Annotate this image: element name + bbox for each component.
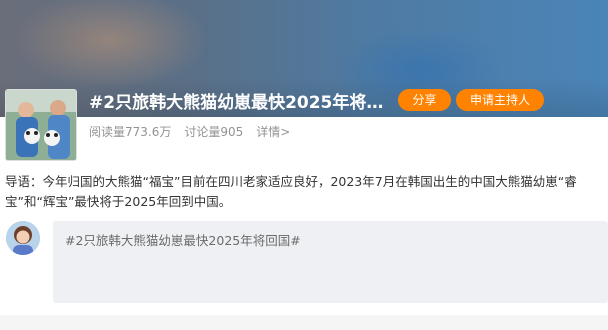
topic-stats: 阅读量773.6万 讨论量905 详情>	[89, 123, 290, 140]
topic-thumbnail[interactable]	[5, 89, 77, 161]
avatar[interactable]	[6, 221, 40, 255]
topic-title: #2只旅韩大熊猫幼崽最快2025年将…	[89, 93, 384, 113]
details-link[interactable]: 详情>	[256, 123, 290, 140]
comment-input[interactable]: #2只旅韩大熊猫幼崽最快2025年将回国#	[53, 221, 608, 303]
topic-lead: 导语：今年归国的大熊猫“福宝”目前在四川老家适应良好，2023年7月在韩国出生的…	[5, 174, 577, 209]
divider	[0, 315, 608, 330]
apply-host-button[interactable]: 申请主持人	[456, 89, 544, 111]
discussion-count: 讨论量905	[184, 125, 244, 139]
panda-keepers-image	[6, 90, 76, 160]
user-avatar-icon	[6, 221, 40, 255]
share-button[interactable]: 分享	[398, 89, 451, 111]
read-count: 阅读量773.6万	[89, 125, 172, 139]
